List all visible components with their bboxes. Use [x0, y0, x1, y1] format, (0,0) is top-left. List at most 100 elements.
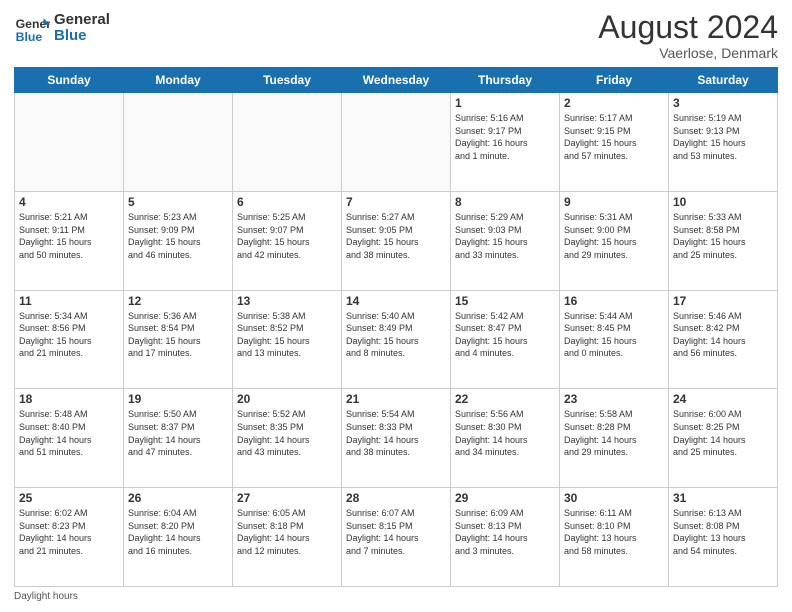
table-row: 6 Sunrise: 5:25 AM Sunset: 9:07 PM Daylig… — [233, 191, 342, 290]
table-row — [15, 93, 124, 192]
day-info: Sunrise: 5:29 AM Sunset: 9:03 PM Dayligh… — [455, 211, 555, 261]
day-info: Sunrise: 5:56 AM Sunset: 8:30 PM Dayligh… — [455, 408, 555, 458]
logo-general: General — [54, 12, 110, 29]
col-wednesday: Wednesday — [342, 68, 451, 93]
table-row: 18 Sunrise: 5:48 AM Sunset: 8:40 PM Dayli… — [15, 389, 124, 488]
calendar-week-row: 4 Sunrise: 5:21 AM Sunset: 9:11 PM Daylig… — [15, 191, 778, 290]
day-info: Sunrise: 5:46 AM Sunset: 8:42 PM Dayligh… — [673, 310, 773, 360]
logo-icon: General Blue — [14, 10, 50, 46]
table-row: 30 Sunrise: 6:11 AM Sunset: 8:10 PM Dayli… — [560, 488, 669, 587]
calendar-week-row: 18 Sunrise: 5:48 AM Sunset: 8:40 PM Dayli… — [15, 389, 778, 488]
table-row — [124, 93, 233, 192]
table-row: 19Sunrise: 5:50 AM Sunset: 8:37 PM Dayli… — [124, 389, 233, 488]
day-info: Sunrise: 5:40 AM Sunset: 8:49 PM Dayligh… — [346, 310, 446, 360]
month-year: August 2024 — [598, 10, 778, 45]
day-number: 13 — [237, 294, 337, 308]
day-info: Sunrise: 5:58 AM Sunset: 8:28 PM Dayligh… — [564, 408, 664, 458]
day-number: 25 — [19, 491, 119, 505]
day-info: Sunrise: 5:50 AM Sunset: 8:37 PM Dayligh… — [128, 408, 228, 458]
col-thursday: Thursday — [451, 68, 560, 93]
day-number: 29 — [455, 491, 555, 505]
title-block: August 2024 Vaerlose, Denmark — [598, 10, 778, 61]
daylight-label: Daylight hours — [14, 591, 78, 602]
day-number: 9 — [564, 195, 664, 209]
table-row: 26 Sunrise: 6:04 AM Sunset: 8:20 PM Dayli… — [124, 488, 233, 587]
table-row: 8 Sunrise: 5:29 AM Sunset: 9:03 PM Daylig… — [451, 191, 560, 290]
table-row: 24Sunrise: 6:00 AM Sunset: 8:25 PM Dayli… — [669, 389, 778, 488]
day-number: 31 — [673, 491, 773, 505]
day-number: 16 — [564, 294, 664, 308]
day-number: 18 — [19, 392, 119, 406]
day-number: 12 — [128, 294, 228, 308]
svg-text:Blue: Blue — [16, 30, 43, 44]
day-number: 4 — [19, 195, 119, 209]
day-number: 3 — [673, 96, 773, 110]
day-info: Sunrise: 5:16 AM Sunset: 9:17 PM Dayligh… — [455, 112, 555, 162]
table-row: 28 Sunrise: 6:07 AM Sunset: 8:15 PM Dayli… — [342, 488, 451, 587]
page-header: General Blue General Blue August 2024 Va… — [14, 10, 778, 61]
day-number: 24 — [673, 392, 773, 406]
day-number: 26 — [128, 491, 228, 505]
day-number: 10 — [673, 195, 773, 209]
table-row — [342, 93, 451, 192]
day-info: Sunrise: 5:31 AM Sunset: 9:00 PM Dayligh… — [564, 211, 664, 261]
table-row: 12Sunrise: 5:36 AM Sunset: 8:54 PM Dayli… — [124, 290, 233, 389]
day-number: 27 — [237, 491, 337, 505]
table-row: 29 Sunrise: 6:09 AM Sunset: 8:13 PM Dayli… — [451, 488, 560, 587]
table-row: 31Sunrise: 6:13 AM Sunset: 8:08 PM Dayli… — [669, 488, 778, 587]
day-info: Sunrise: 6:04 AM Sunset: 8:20 PM Dayligh… — [128, 507, 228, 557]
table-row: 9 Sunrise: 5:31 AM Sunset: 9:00 PM Daylig… — [560, 191, 669, 290]
day-info: Sunrise: 5:34 AM Sunset: 8:56 PM Dayligh… — [19, 310, 119, 360]
table-row: 4 Sunrise: 5:21 AM Sunset: 9:11 PM Daylig… — [15, 191, 124, 290]
day-number: 14 — [346, 294, 446, 308]
day-number: 5 — [128, 195, 228, 209]
day-info: Sunrise: 6:07 AM Sunset: 8:15 PM Dayligh… — [346, 507, 446, 557]
table-row: 5 Sunrise: 5:23 AM Sunset: 9:09 PM Daylig… — [124, 191, 233, 290]
col-sunday: Sunday — [15, 68, 124, 93]
day-number: 6 — [237, 195, 337, 209]
day-info: Sunrise: 5:27 AM Sunset: 9:05 PM Dayligh… — [346, 211, 446, 261]
day-number: 23 — [564, 392, 664, 406]
table-row: 21Sunrise: 5:54 AM Sunset: 8:33 PM Dayli… — [342, 389, 451, 488]
day-info: Sunrise: 5:21 AM Sunset: 9:11 PM Dayligh… — [19, 211, 119, 261]
day-info: Sunrise: 5:48 AM Sunset: 8:40 PM Dayligh… — [19, 408, 119, 458]
table-row: 17Sunrise: 5:46 AM Sunset: 8:42 PM Dayli… — [669, 290, 778, 389]
calendar-table: Sunday Monday Tuesday Wednesday Thursday… — [14, 67, 778, 587]
day-number: 2 — [564, 96, 664, 110]
col-monday: Monday — [124, 68, 233, 93]
location: Vaerlose, Denmark — [598, 45, 778, 61]
day-number: 1 — [455, 96, 555, 110]
day-info: Sunrise: 5:52 AM Sunset: 8:35 PM Dayligh… — [237, 408, 337, 458]
col-saturday: Saturday — [669, 68, 778, 93]
day-info: Sunrise: 6:05 AM Sunset: 8:18 PM Dayligh… — [237, 507, 337, 557]
day-number: 15 — [455, 294, 555, 308]
table-row: 25Sunrise: 6:02 AM Sunset: 8:23 PM Dayli… — [15, 488, 124, 587]
day-number: 7 — [346, 195, 446, 209]
calendar-header-row: Sunday Monday Tuesday Wednesday Thursday… — [15, 68, 778, 93]
logo-blue: Blue — [54, 28, 110, 45]
table-row: 11 Sunrise: 5:34 AM Sunset: 8:56 PM Dayli… — [15, 290, 124, 389]
day-number: 11 — [19, 294, 119, 308]
table-row: 2 Sunrise: 5:17 AM Sunset: 9:15 PM Daylig… — [560, 93, 669, 192]
day-info: Sunrise: 5:17 AM Sunset: 9:15 PM Dayligh… — [564, 112, 664, 162]
day-number: 22 — [455, 392, 555, 406]
footer-note: Daylight hours — [14, 591, 778, 602]
calendar-week-row: 1 Sunrise: 5:16 AM Sunset: 9:17 PM Daylig… — [15, 93, 778, 192]
table-row: 14 Sunrise: 5:40 AM Sunset: 8:49 PM Dayli… — [342, 290, 451, 389]
logo: General Blue General Blue — [14, 10, 110, 46]
table-row: 23 Sunrise: 5:58 AM Sunset: 8:28 PM Dayli… — [560, 389, 669, 488]
day-info: Sunrise: 6:09 AM Sunset: 8:13 PM Dayligh… — [455, 507, 555, 557]
day-number: 30 — [564, 491, 664, 505]
col-friday: Friday — [560, 68, 669, 93]
day-info: Sunrise: 6:11 AM Sunset: 8:10 PM Dayligh… — [564, 507, 664, 557]
day-info: Sunrise: 5:25 AM Sunset: 9:07 PM Dayligh… — [237, 211, 337, 261]
day-info: Sunrise: 5:33 AM Sunset: 8:58 PM Dayligh… — [673, 211, 773, 261]
table-row: 22 Sunrise: 5:56 AM Sunset: 8:30 PM Dayli… — [451, 389, 560, 488]
day-info: Sunrise: 5:42 AM Sunset: 8:47 PM Dayligh… — [455, 310, 555, 360]
table-row: 1 Sunrise: 5:16 AM Sunset: 9:17 PM Daylig… — [451, 93, 560, 192]
table-row: 20 Sunrise: 5:52 AM Sunset: 8:35 PM Dayli… — [233, 389, 342, 488]
day-number: 20 — [237, 392, 337, 406]
day-number: 8 — [455, 195, 555, 209]
day-number: 28 — [346, 491, 446, 505]
day-info: Sunrise: 5:23 AM Sunset: 9:09 PM Dayligh… — [128, 211, 228, 261]
